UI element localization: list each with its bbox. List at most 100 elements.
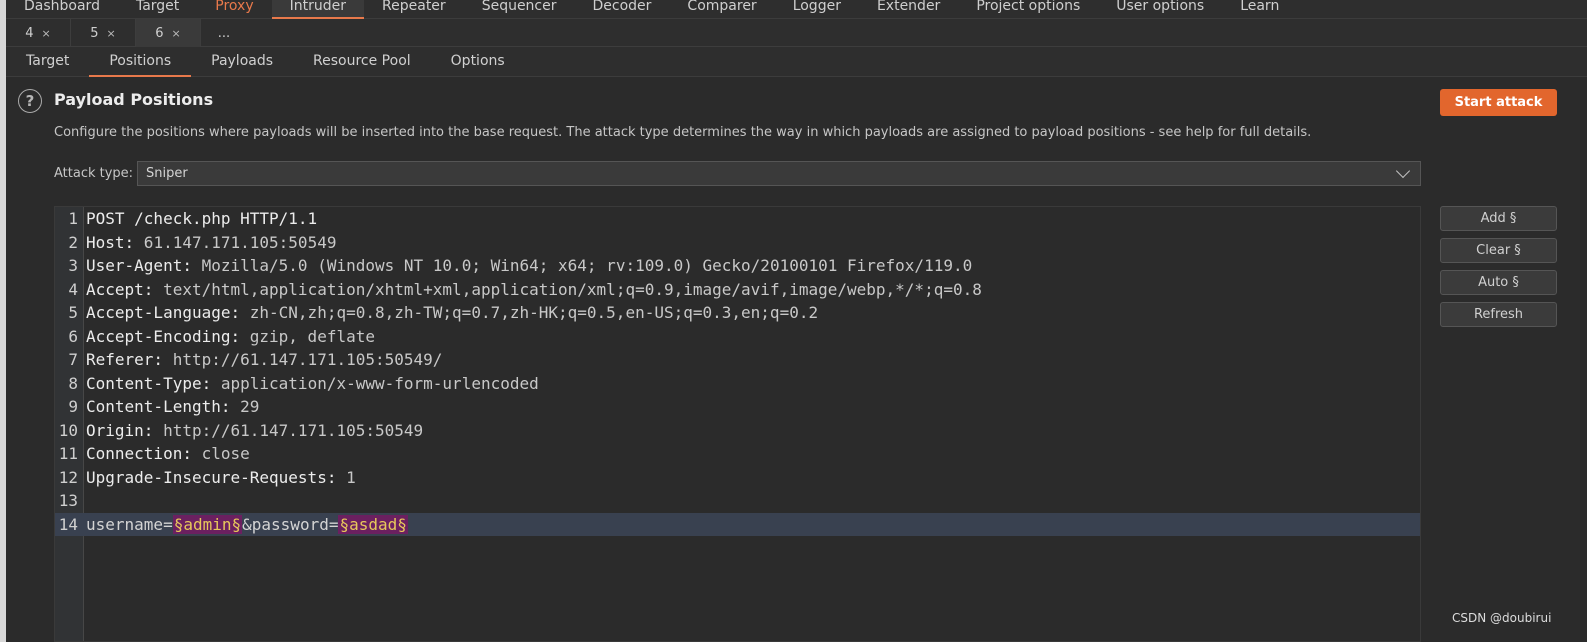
request-body-line[interactable]: 14 username=§admin§&password=§asdad§ [55, 512, 1420, 536]
request-line[interactable]: 3 User-Agent: Mozilla/5.0 (Windows NT 10.… [55, 254, 1420, 277]
tab-4[interactable]: 4 × [6, 19, 71, 47]
request-line[interactable]: 10 Origin: http://61.147.171.105:50549 [55, 419, 1420, 442]
panel-description: Configure the positions where payloads w… [54, 125, 1312, 140]
header-value: http://61.147.171.105:50549 [153, 420, 424, 440]
subtab-positions[interactable]: Positions [89, 47, 191, 77]
header-name: Content-Length: [86, 397, 231, 416]
add-marker-button[interactable]: Add § [1440, 206, 1557, 231]
param-password: &password= [242, 514, 339, 534]
header-value: close [191, 444, 250, 463]
nav-project-options[interactable]: Project options [958, 0, 1098, 19]
nav-decoder[interactable]: Decoder [575, 0, 670, 19]
line-number: 11 [58, 444, 78, 463]
line-number: 9 [68, 397, 78, 416]
clear-markers-button[interactable]: Clear § [1440, 238, 1557, 263]
line-content: POST /check.php HTTP/1.1 [84, 207, 317, 230]
subtab-payloads[interactable]: Payloads [191, 47, 293, 77]
request-line[interactable]: 11 Connection: close [55, 442, 1420, 465]
line-content: Accept-Language: zh-CN,zh;q=0.8,zh-TW;q=… [84, 301, 818, 324]
close-icon[interactable]: × [172, 27, 181, 40]
tab-label: ... [217, 25, 231, 41]
attack-type-select[interactable]: Sniper [137, 161, 1421, 186]
tab-label: 5 [90, 25, 99, 41]
request-line[interactable]: 5 Accept-Language: zh-CN,zh;q=0.8,zh-TW;q… [55, 301, 1420, 324]
request-line[interactable]: 4 Accept: text/html,application/xhtml+xml… [55, 278, 1420, 301]
subtab-options[interactable]: Options [431, 47, 525, 77]
header-name: Accept-Language: [86, 303, 241, 322]
line-content: Upgrade-Insecure-Requests: 1 [84, 466, 356, 489]
header-value: gzip, deflate [240, 326, 375, 346]
subtab-target[interactable]: Target [6, 47, 89, 77]
line-content: Content-Type: application/x-www-form-url… [84, 372, 539, 395]
nav-user-options[interactable]: User options [1098, 0, 1222, 19]
nav-comparer[interactable]: Comparer [669, 0, 774, 19]
request-line[interactable]: 12 Upgrade-Insecure-Requests: 1 [55, 466, 1420, 489]
request-line[interactable]: 13 [55, 489, 1420, 512]
line-number: 3 [68, 256, 78, 275]
new-tab-button[interactable]: ... [201, 19, 247, 47]
header-value: http://61.147.171.105:50549/ [163, 350, 443, 369]
line-number: 1 [68, 209, 78, 228]
nav-intruder[interactable]: Intruder [271, 0, 365, 19]
header-name: Origin: [86, 420, 154, 440]
line-content: Connection: close [84, 442, 250, 465]
header-value: Mozilla/5.0 (Windows NT 10.0; Win64; x64… [191, 256, 973, 275]
nav-proxy[interactable]: Proxy [197, 0, 271, 19]
line-content: User-Agent: Mozilla/5.0 (Windows NT 10.0… [84, 254, 972, 277]
nav-sequencer[interactable]: Sequencer [464, 0, 575, 19]
nav-dashboard[interactable]: Dashboard [6, 0, 118, 19]
line-content: Content-Length: 29 [84, 395, 259, 418]
header-value: text/html,application/xhtml+xml,applicat… [153, 279, 982, 299]
line-number: 8 [68, 373, 78, 393]
main-nav: Dashboard Target Proxy Intruder Repeater… [6, 0, 1587, 19]
subtab-resource-pool[interactable]: Resource Pool [293, 47, 431, 77]
tab-6[interactable]: 6 × [136, 19, 201, 47]
left-edge-strip [0, 0, 6, 642]
line-number: 12 [58, 467, 78, 487]
payload-marker-asdad[interactable]: §asdad§ [338, 514, 408, 534]
start-attack-button[interactable]: Start attack [1440, 89, 1557, 116]
body-content: username=§admin§&password=§asdad§ [84, 513, 408, 536]
help-icon[interactable]: ? [18, 89, 42, 113]
request-line[interactable]: 7 Referer: http://61.147.171.105:50549/ [55, 348, 1420, 371]
refresh-button[interactable]: Refresh [1440, 302, 1557, 327]
attack-type-label: Attack type: [54, 166, 134, 181]
intruder-subtabs: Target Positions Payloads Resource Pool … [6, 47, 1587, 77]
header-name: Accept-Encoding: [86, 326, 241, 346]
close-icon[interactable]: × [42, 27, 51, 40]
attack-type-value: Sniper [146, 166, 188, 181]
request-line[interactable]: 1 POST /check.php HTTP/1.1 [55, 207, 1420, 230]
header-name: Accept: [86, 279, 154, 299]
watermark: CSDN @doubirui [1452, 611, 1552, 625]
request-line[interactable]: 8 Content-Type: application/x-www-form-ur… [55, 372, 1420, 395]
line-content: Host: 61.147.171.105:50549 [84, 231, 336, 254]
header-name: Content-Type: [86, 373, 212, 393]
auto-markers-button[interactable]: Auto § [1440, 270, 1557, 295]
request-line[interactable]: 9 Content-Length: 29 [55, 395, 1420, 418]
close-icon[interactable]: × [107, 27, 116, 40]
tab-label: 6 [155, 25, 164, 41]
header-value: 61.147.171.105:50549 [134, 232, 337, 252]
nav-target[interactable]: Target [118, 0, 197, 19]
line-number: 7 [68, 350, 78, 369]
nav-logger[interactable]: Logger [775, 0, 859, 19]
line-number: 2 [68, 232, 78, 252]
payload-marker-admin[interactable]: §admin§ [172, 514, 243, 534]
line-content: Accept-Encoding: gzip, deflate [84, 325, 375, 348]
line-content: Accept: text/html,application/xhtml+xml,… [84, 278, 982, 301]
nav-repeater[interactable]: Repeater [364, 0, 464, 19]
attack-tabs: 4 × 5 × 6 × ... [6, 19, 1587, 47]
request-line[interactable]: 2 Host: 61.147.171.105:50549 [55, 231, 1420, 254]
request-editor[interactable]: 1 POST /check.php HTTP/1.1 2 Host: 61.147.1… [54, 206, 1421, 642]
nav-learn[interactable]: Learn [1222, 0, 1297, 19]
request-line[interactable]: 6 Accept-Encoding: gzip, deflate [55, 325, 1420, 348]
line-number: 6 [68, 326, 78, 346]
tab-label: 4 [25, 25, 34, 41]
line-number: 4 [68, 279, 78, 299]
param-username: username= [86, 514, 173, 534]
nav-extender[interactable]: Extender [859, 0, 958, 19]
tab-5[interactable]: 5 × [71, 19, 136, 47]
header-name: Connection: [86, 444, 192, 463]
header-name: User-Agent: [86, 256, 192, 275]
line-number: 10 [58, 420, 78, 440]
